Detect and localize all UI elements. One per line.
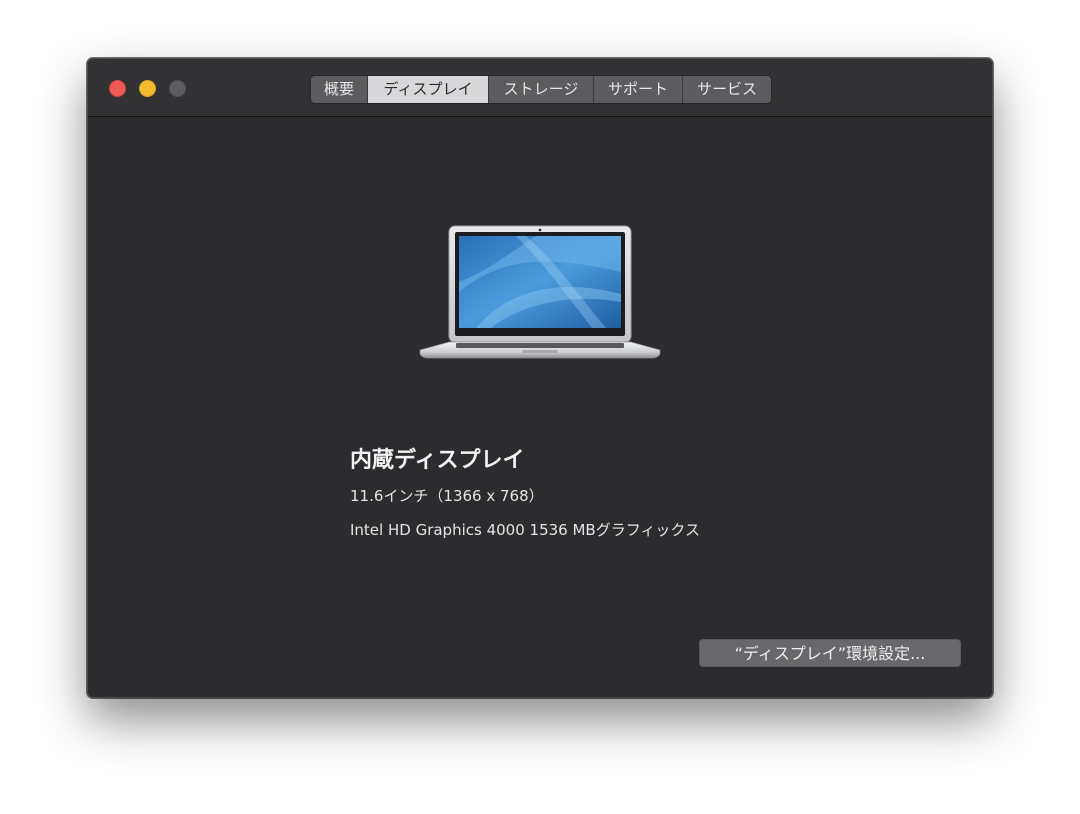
tab-displays[interactable]: ディスプレイ bbox=[368, 76, 489, 103]
display-name: 内蔵ディスプレイ bbox=[350, 448, 525, 473]
close-icon[interactable] bbox=[109, 80, 126, 97]
display-info: 内蔵ディスプレイ 11.6インチ（1366 x 768） Intel HD Gr… bbox=[350, 445, 910, 541]
zoom-icon bbox=[169, 80, 186, 97]
macbook-air-icon bbox=[416, 222, 664, 364]
display-size-resolution: 11.6インチ（1366 x 768） bbox=[350, 487, 544, 505]
tab-service[interactable]: サービス bbox=[683, 76, 771, 103]
display-preferences-button[interactable]: “ディスプレイ”環境設定... bbox=[699, 639, 961, 667]
tab-overview[interactable]: 概要 bbox=[311, 76, 368, 103]
desktop-background: 概要 ディスプレイ ストレージ サポート サービス 内蔵ディスプレイ 11.6イ… bbox=[0, 0, 1080, 814]
tab-bar: 概要 ディスプレイ ストレージ サポート サービス bbox=[310, 75, 772, 104]
graphics-info: Intel HD Graphics 4000 1536 MBグラフィックス bbox=[350, 521, 700, 539]
about-this-mac-window: 概要 ディスプレイ ストレージ サポート サービス 内蔵ディスプレイ 11.6イ… bbox=[87, 58, 993, 698]
title-bar: 概要 ディスプレイ ストレージ サポート サービス bbox=[88, 59, 992, 117]
tab-support[interactable]: サポート bbox=[594, 76, 683, 103]
tab-storage[interactable]: ストレージ bbox=[489, 76, 594, 103]
minimize-icon[interactable] bbox=[139, 80, 156, 97]
